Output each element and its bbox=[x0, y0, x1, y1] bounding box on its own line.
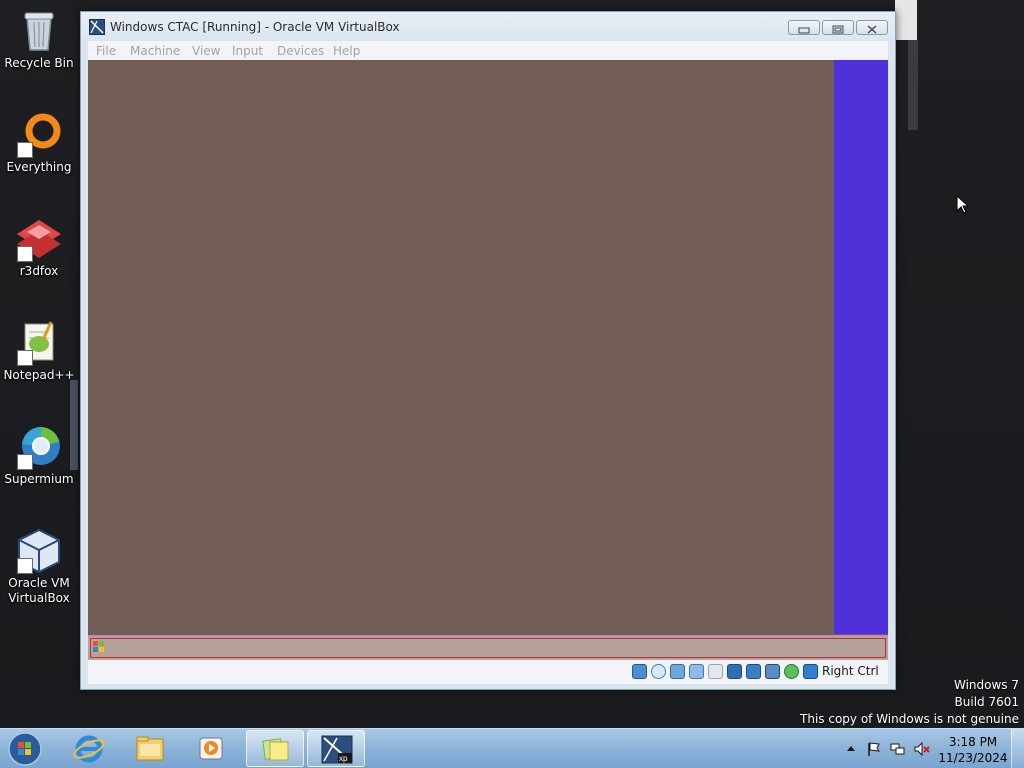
windows-flag-icon[interactable] bbox=[92, 639, 106, 653]
taskbar-clock[interactable]: 3:18 PM 11/23/2024 bbox=[938, 734, 1008, 766]
menu-input[interactable]: Input bbox=[232, 44, 263, 58]
close-button[interactable] bbox=[856, 20, 888, 35]
desktop-icon-supermium[interactable]: Supermium bbox=[2, 422, 76, 487]
menu-view[interactable]: View bbox=[192, 44, 220, 58]
mouse-cursor-icon bbox=[956, 194, 970, 214]
clock-time: 3:18 PM bbox=[948, 735, 998, 749]
watermark-os: Windows 7 bbox=[953, 678, 1019, 692]
clock-date: 11/23/2024 bbox=[938, 751, 1008, 765]
desktop-icon-virtualbox[interactable]: Oracle VM VirtualBox bbox=[2, 526, 76, 606]
close-icon bbox=[867, 25, 877, 34]
shortcut-arrow-icon bbox=[17, 350, 33, 366]
restore-icon bbox=[832, 25, 844, 34]
windows-watermark: Windows 7 Build 7601 This copy of Window… bbox=[800, 677, 1019, 728]
minimize-button[interactable] bbox=[788, 20, 820, 35]
menu-bar: File Machine View Input Devices Help bbox=[88, 41, 888, 60]
vm-screen[interactable] bbox=[88, 60, 888, 660]
virtualbox-title-icon bbox=[89, 19, 105, 35]
desktop-icon-everything[interactable]: Everything bbox=[2, 110, 76, 175]
menu-devices[interactable]: Devices bbox=[277, 44, 324, 58]
display-icon[interactable] bbox=[727, 664, 742, 679]
menu-machine[interactable]: Machine bbox=[130, 44, 180, 58]
desktop-icon-label: Recycle Bin bbox=[4, 56, 74, 70]
window-titlebar[interactable]: Windows CTAC [Running] - Oracle VM Virtu… bbox=[81, 12, 895, 40]
start-button[interactable] bbox=[6, 731, 44, 767]
cpu-icon[interactable] bbox=[765, 664, 780, 679]
desktop-icon-label: Oracle VM VirtualBox bbox=[8, 576, 70, 605]
recycle-bin-icon bbox=[15, 6, 63, 54]
taskbar-sticky-notes[interactable] bbox=[246, 730, 304, 767]
shortcut-arrow-icon bbox=[17, 558, 33, 574]
action-center-flag-icon[interactable] bbox=[866, 741, 882, 757]
shortcut-arrow-icon bbox=[17, 454, 33, 470]
virtualbox-xp-icon: xp bbox=[321, 735, 353, 764]
vm-screen-strip bbox=[834, 60, 888, 634]
supermium-browser-icon bbox=[15, 422, 63, 470]
hard-disk-icon[interactable] bbox=[632, 664, 647, 679]
taskbar: xp 3:18 PM 11/23/2024 bbox=[0, 728, 1024, 768]
guest-taskbar-frame bbox=[90, 638, 886, 658]
sticky-notes-icon bbox=[262, 738, 289, 761]
show-hidden-icons-icon[interactable] bbox=[843, 741, 859, 757]
guest-taskbar[interactable] bbox=[88, 635, 888, 660]
show-desktop-button[interactable] bbox=[1011, 729, 1024, 768]
wallpaper-streak bbox=[908, 40, 918, 130]
watermark-build: Build 7601 bbox=[954, 695, 1019, 709]
shared-folders-icon[interactable] bbox=[708, 664, 723, 679]
start-orb-icon bbox=[8, 732, 42, 766]
usb-icon[interactable] bbox=[689, 664, 704, 679]
taskbar-windows-explorer[interactable] bbox=[121, 730, 179, 767]
volume-muted-icon[interactable] bbox=[914, 741, 930, 757]
desktop-icon-recycle-bin[interactable]: Recycle Bin bbox=[2, 6, 76, 71]
menu-file[interactable]: File bbox=[96, 44, 116, 58]
mouse-integration-icon[interactable] bbox=[784, 664, 799, 679]
window-title: Windows CTAC [Running] - Oracle VM Virtu… bbox=[110, 20, 400, 34]
taskbar-virtualbox-xp[interactable]: xp bbox=[307, 730, 365, 767]
windows-explorer-icon bbox=[136, 736, 164, 761]
shortcut-arrow-icon bbox=[17, 142, 33, 158]
media-player-icon bbox=[199, 737, 223, 760]
virtualbox-icon bbox=[15, 526, 63, 574]
internet-explorer-icon bbox=[73, 735, 105, 763]
shortcut-arrow-icon bbox=[17, 246, 33, 262]
network-icon[interactable] bbox=[670, 664, 685, 679]
virtualbox-vm-window[interactable]: Windows CTAC [Running] - Oracle VM Virtu… bbox=[80, 11, 896, 690]
vbox-status-bar: Right Ctrl bbox=[88, 660, 888, 684]
desktop-icon-notepad-plus-plus[interactable]: Notepad++ bbox=[2, 318, 76, 383]
minimize-icon bbox=[798, 27, 810, 34]
everything-search-icon bbox=[15, 110, 63, 158]
desktop-icon-label: Notepad++ bbox=[3, 368, 75, 382]
taskbar-media-player[interactable] bbox=[182, 730, 240, 767]
wallpaper-streak bbox=[895, 0, 917, 40]
restore-button[interactable] bbox=[822, 20, 854, 35]
svg-text:xp: xp bbox=[339, 754, 348, 763]
host-key-label: Right Ctrl bbox=[822, 664, 879, 678]
network-tray-icon[interactable] bbox=[890, 741, 906, 757]
desktop-icon-label: Supermium bbox=[4, 472, 74, 486]
video-capture-icon[interactable] bbox=[746, 664, 761, 679]
taskbar-internet-explorer[interactable] bbox=[60, 730, 118, 767]
desktop-icon-r3dfox[interactable]: r3dfox bbox=[2, 214, 76, 279]
r3dfox-browser-icon bbox=[15, 214, 63, 262]
optical-drive-icon[interactable] bbox=[651, 664, 666, 679]
notepad-plus-plus-icon bbox=[15, 318, 63, 366]
watermark-genuine-notice: This copy of Windows is not genuine bbox=[800, 712, 1019, 726]
desktop-icon-label: Everything bbox=[6, 160, 72, 174]
menu-help[interactable]: Help bbox=[333, 44, 360, 58]
desktop-icon-label: r3dfox bbox=[19, 264, 59, 278]
